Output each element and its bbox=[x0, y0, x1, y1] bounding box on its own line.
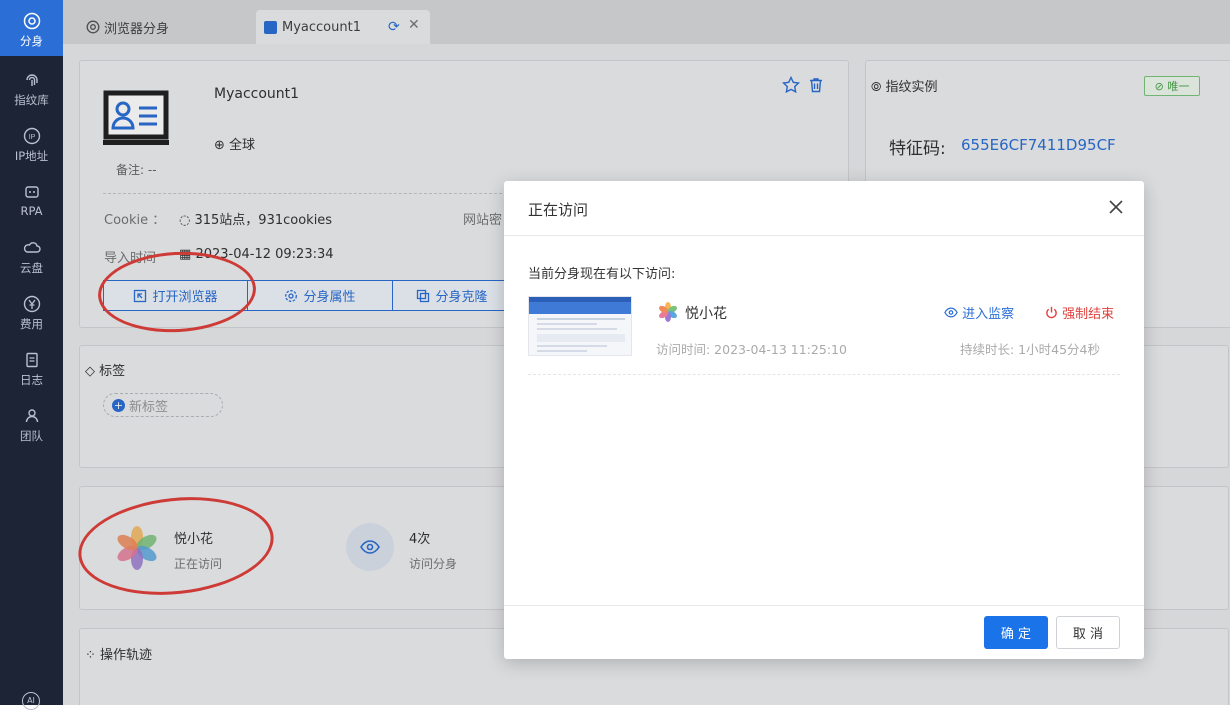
confirm-button[interactable]: 确 定 bbox=[984, 616, 1048, 649]
force-end-label: 强制结束 bbox=[1062, 307, 1115, 322]
sidebar-item-label: 日志 bbox=[20, 373, 43, 387]
sidebar-item-label: 指纹库 bbox=[14, 93, 49, 107]
modal-subtitle: 当前分身现在有以下访问: bbox=[528, 267, 676, 282]
robot-icon bbox=[23, 183, 41, 201]
ai-icon[interactable]: AI bbox=[22, 692, 40, 710]
force-end-link[interactable]: 强制结束 bbox=[1045, 303, 1114, 322]
sidebar-item-label: 分身 bbox=[20, 34, 43, 48]
sidebar-item-label: 云盘 bbox=[20, 261, 43, 275]
sidebar-item-rpa[interactable]: RPA bbox=[0, 171, 63, 227]
sidebar-item-logs[interactable]: 日志 bbox=[0, 339, 63, 395]
log-icon bbox=[23, 351, 41, 369]
flower-avatar-icon bbox=[658, 302, 678, 322]
close-icon[interactable] bbox=[1108, 199, 1124, 215]
sidebar-item-label: IP地址 bbox=[14, 149, 49, 163]
sidebar-item-profiles[interactable]: 分身 bbox=[0, 0, 63, 56]
sidebar-item-cloud[interactable]: 云盘 bbox=[0, 227, 63, 283]
visit-duration: 持续时长: 1小时45分4秒 bbox=[960, 342, 1100, 357]
monitor-link[interactable]: 进入监察 bbox=[944, 303, 1014, 322]
sidebar-item-billing[interactable]: 费用 bbox=[0, 283, 63, 339]
modal-title: 正在访问 bbox=[528, 201, 589, 219]
eye-icon bbox=[944, 307, 958, 318]
sidebar-item-team[interactable]: 团队 bbox=[0, 395, 63, 451]
chrome-icon bbox=[23, 12, 41, 30]
sidebar-item-fingerprints[interactable]: 指纹库 bbox=[0, 59, 63, 115]
modal-footer bbox=[504, 605, 1144, 659]
session-thumbnail[interactable] bbox=[528, 296, 632, 356]
team-icon bbox=[23, 407, 41, 425]
yen-icon bbox=[23, 295, 41, 313]
visit-time: 访问时间: 2023-04-13 11:25:10 bbox=[656, 342, 847, 357]
sidebar-item-ip[interactable]: IP IP地址 bbox=[0, 115, 63, 171]
power-icon bbox=[1046, 306, 1057, 319]
sidebar: 分身 指纹库 IP IP地址 RPA 云盘 费用 日志 团队 AI bbox=[0, 0, 63, 710]
visiting-modal: 正在访问 当前分身现在有以下访问: 悦小花 进入监察 强制结束 访问时间: 20… bbox=[504, 181, 1144, 659]
svg-text:IP: IP bbox=[28, 134, 35, 141]
cancel-button[interactable]: 取 消 bbox=[1056, 616, 1120, 649]
fingerprint-icon bbox=[23, 71, 41, 89]
modal-header: 正在访问 bbox=[504, 181, 1144, 236]
sidebar-item-label: 团队 bbox=[20, 429, 43, 443]
visit-user-name: 悦小花 bbox=[685, 306, 727, 322]
divider bbox=[528, 374, 1120, 375]
ip-icon: IP bbox=[23, 127, 41, 145]
cloud-icon bbox=[23, 239, 41, 257]
sidebar-item-label: RPA bbox=[20, 204, 43, 218]
monitor-label: 进入监察 bbox=[962, 307, 1015, 322]
sidebar-item-label: 费用 bbox=[20, 317, 43, 331]
